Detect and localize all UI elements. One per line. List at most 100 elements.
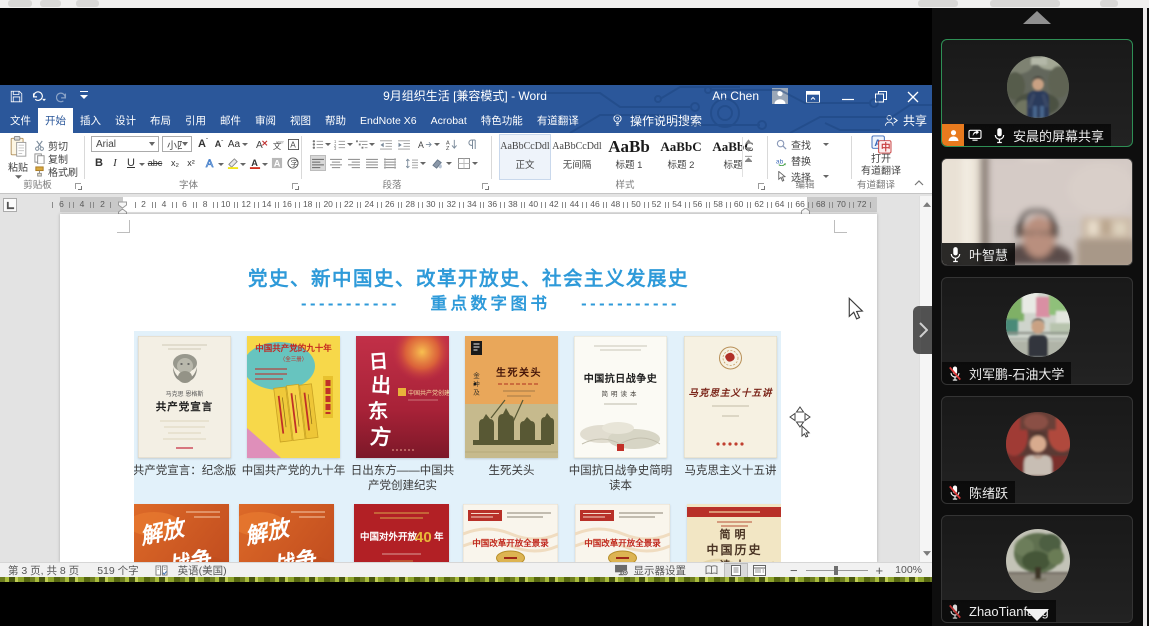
ribbon-tab-插入[interactable]: 插入	[73, 108, 108, 133]
ribbon-tab-视图[interactable]: 视图	[283, 108, 318, 133]
zoom-slider-thumb[interactable]	[834, 566, 838, 575]
text-effects-button[interactable]: A	[203, 155, 219, 171]
clear-formatting-button[interactable]: A	[253, 136, 269, 152]
scroll-participants-up-arrow[interactable]	[1023, 11, 1051, 24]
decrease-indent-button[interactable]	[378, 136, 394, 152]
monitor-settings[interactable]: 显示器设置	[614, 563, 686, 578]
account-avatar[interactable]	[772, 88, 789, 105]
restore-button[interactable]	[866, 85, 896, 108]
right-edge-scrollbar[interactable]	[1143, 8, 1147, 626]
find-button[interactable]: 查找	[776, 137, 829, 152]
line-spacing-button[interactable]	[406, 155, 426, 171]
participant-tile[interactable]: 刘军鹏-石油大学	[941, 277, 1133, 385]
ribbon-tab-帮助[interactable]: 帮助	[318, 108, 353, 133]
tell-me-search[interactable]: 操作说明搜索	[612, 108, 702, 133]
participant-tile[interactable]: ZhaoTianfang	[941, 515, 1133, 623]
spellcheck-icon[interactable]	[155, 565, 168, 576]
ribbon-tab-特色功能[interactable]: 特色功能	[474, 108, 530, 133]
strikethrough-button[interactable]: abc	[147, 155, 163, 171]
align-center-button[interactable]	[328, 155, 344, 171]
meeting-panel-expand-tab[interactable]	[913, 306, 932, 354]
clipboard-dialog-launcher[interactable]	[75, 183, 81, 189]
ribbon-display-options-button[interactable]	[798, 85, 828, 108]
multilevel-list-button[interactable]	[354, 136, 370, 152]
language-indicator[interactable]: 英语(美国)	[178, 563, 227, 578]
save-icon[interactable]	[10, 85, 23, 108]
zoom-level[interactable]: 100%	[895, 564, 922, 576]
ribbon-tab-有道翻译[interactable]: 有道翻译	[530, 108, 586, 133]
superscript-button[interactable]: x²	[183, 155, 199, 171]
enclose-characters-button[interactable]: 字	[285, 155, 301, 171]
align-right-button[interactable]	[346, 155, 362, 171]
subscript-button[interactable]: x₂	[167, 155, 183, 171]
character-shading-button[interactable]: A	[269, 155, 285, 171]
ribbon-tab-文件[interactable]: 文件	[3, 108, 38, 133]
ribbon-tab-Acrobat[interactable]: Acrobat	[424, 108, 474, 133]
justify-button[interactable]	[364, 155, 380, 171]
ribbon-tab-布局[interactable]: 布局	[143, 108, 178, 133]
borders-button[interactable]	[458, 155, 478, 171]
phonetic-guide-button[interactable]: 文wen	[269, 136, 285, 152]
asian-layout-button[interactable]: A	[418, 136, 440, 152]
account-name[interactable]: An Chen	[712, 85, 759, 108]
font-name-combo[interactable]: Arial	[91, 136, 159, 152]
shading-button[interactable]	[432, 155, 452, 171]
shrink-font-button[interactable]: Aˇ	[211, 136, 227, 152]
ribbon-tab-开始[interactable]: 开始	[38, 108, 73, 133]
styles-scrollbar[interactable]	[742, 137, 754, 177]
style-card-无间隔[interactable]: AaBbCcDdl无间隔	[552, 135, 602, 179]
sort-button[interactable]: AZ	[444, 136, 460, 152]
document-scrollbar[interactable]	[919, 196, 932, 562]
change-case-button[interactable]: Aa	[227, 136, 249, 152]
participant-tile-video[interactable]: 叶智慧	[941, 158, 1133, 266]
zoom-out-button[interactable]: −	[790, 563, 798, 578]
undo-button[interactable]	[32, 85, 46, 108]
grow-font-button[interactable]: Aˆ	[195, 136, 211, 152]
redo-button-disabled[interactable]	[56, 85, 68, 108]
scroll-participants-down-arrow[interactable]	[1025, 609, 1049, 621]
zoom-in-button[interactable]: +	[876, 563, 884, 578]
bullets-button[interactable]	[310, 136, 326, 152]
underline-button[interactable]: U	[123, 155, 139, 171]
replace-button[interactable]: ab 替换	[776, 153, 811, 168]
paste-button[interactable]: 粘贴	[4, 136, 32, 182]
bold-button[interactable]: B	[91, 155, 107, 171]
document-page[interactable]: 党史、新中国史、改革开放史、社会主义发展史 ----------- 重点数字图书…	[60, 214, 877, 562]
word-count[interactable]: 519 个字	[97, 563, 138, 578]
style-card-标题 2[interactable]: AaBbC标题 2	[656, 135, 706, 179]
font-color-button[interactable]: A	[247, 155, 263, 171]
zoom-slider[interactable]	[806, 563, 868, 578]
ribbon-tab-引用[interactable]: 引用	[178, 108, 213, 133]
tab-stop-selector[interactable]	[3, 198, 17, 212]
paragraph-dialog-launcher[interactable]	[482, 183, 488, 189]
collapse-ribbon-button[interactable]	[914, 178, 924, 189]
scroll-up-arrow[interactable]	[920, 198, 932, 211]
italic-button[interactable]: I	[107, 155, 123, 171]
highlight-button[interactable]	[225, 155, 241, 171]
participant-tile[interactable]: 陈绪跃	[941, 396, 1133, 504]
read-mode-button[interactable]	[700, 563, 724, 578]
styles-dialog-launcher[interactable]	[758, 183, 764, 189]
page-indicator[interactable]: 第 3 页, 共 8 页	[8, 563, 79, 578]
align-left-button[interactable]	[310, 155, 326, 171]
qat-customize-dropdown[interactable]	[80, 85, 88, 108]
participant-tile-sharing[interactable]: 安晨的屏幕共享	[941, 39, 1133, 147]
style-card-正文[interactable]: AaBbCcDdl正文	[500, 135, 550, 179]
scroll-down-arrow[interactable]	[920, 547, 932, 560]
character-border-button[interactable]: A	[285, 136, 301, 152]
horizontal-ruler[interactable]: 6422468101214161820222426283032343638404…	[60, 197, 877, 212]
ribbon-tab-邮件[interactable]: 邮件	[213, 108, 248, 133]
font-size-combo[interactable]: 小四	[162, 136, 192, 152]
ribbon-tab-EndNote X6[interactable]: EndNote X6	[353, 108, 424, 133]
numbering-button[interactable]: 123	[332, 136, 348, 152]
close-button[interactable]	[898, 85, 928, 108]
print-layout-button[interactable]	[724, 563, 748, 578]
web-layout-button[interactable]	[748, 563, 772, 578]
share-button[interactable]: 共享	[884, 108, 927, 133]
show-marks-button[interactable]	[464, 136, 480, 152]
underline-dropdown[interactable]	[139, 163, 145, 166]
minimize-button[interactable]	[833, 85, 863, 108]
font-dialog-launcher[interactable]	[292, 183, 298, 189]
style-card-标题 1[interactable]: AaBb标题 1	[604, 135, 654, 179]
distribute-button[interactable]	[382, 155, 398, 171]
